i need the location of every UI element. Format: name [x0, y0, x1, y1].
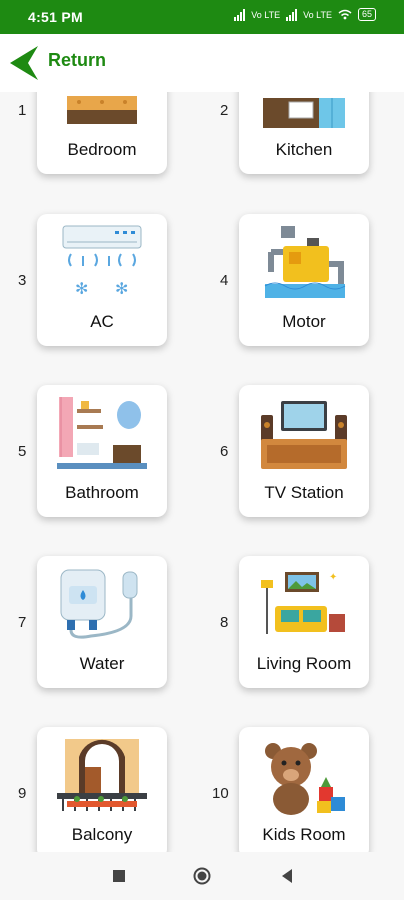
room-number: 3: [18, 272, 27, 289]
svg-text:✻: ✻: [75, 281, 88, 298]
room-label: Kitchen: [275, 140, 333, 159]
room-label: Living Room: [256, 654, 352, 673]
home-icon[interactable]: [193, 867, 211, 885]
room-number: 5: [18, 443, 27, 460]
status-time: 4:51 PM: [28, 9, 84, 25]
room-list[interactable]: 1 Bedroom 2 Kitchen 3 ✻ ✻ AC 4 Motor 5 B…: [0, 92, 404, 852]
recents-icon[interactable]: [113, 870, 125, 882]
battery-icon: 65: [357, 8, 376, 21]
room-card-bedroom[interactable]: Bedroom: [37, 92, 167, 174]
room-label: Motor: [282, 312, 326, 331]
room-label: AC: [90, 312, 114, 331]
room-label: Bathroom: [65, 483, 139, 502]
room-number: 10: [212, 785, 229, 802]
room-label: TV Station: [264, 483, 344, 502]
status-bar: 4:51 PM Vo LTE Vo LTE 65: [0, 0, 404, 34]
room-card-tv-station[interactable]: TV Station: [239, 385, 369, 517]
svg-text:✦: ✦: [329, 572, 337, 583]
room-label: Kids Room: [262, 825, 346, 844]
room-card-balcony[interactable]: Balcony: [37, 727, 167, 852]
water-heater-icon: [60, 569, 138, 639]
room-number: 6: [220, 443, 229, 460]
motor-icon: [264, 226, 346, 298]
network-label-2: Vo LTE: [303, 9, 332, 20]
room-card-living-room[interactable]: ✦ Living Room: [239, 556, 369, 688]
room-number: 9: [18, 785, 27, 802]
room-label: Bedroom: [67, 140, 137, 159]
room-number: 1: [18, 102, 27, 119]
room-card-bathroom[interactable]: Bathroom: [37, 385, 167, 517]
living-room-icon: ✦: [261, 572, 345, 634]
signal-icon: [234, 8, 246, 21]
kids-room-icon: [265, 743, 345, 815]
balcony-icon: [57, 739, 147, 811]
room-card-kids-room[interactable]: Kids Room: [239, 727, 369, 852]
system-nav-bar: [0, 852, 404, 900]
ac-icon: ✻ ✻: [62, 225, 142, 298]
room-number: 4: [220, 272, 229, 289]
room-card-motor[interactable]: Motor: [239, 214, 369, 346]
room-number: 7: [18, 614, 27, 631]
back-arrow-icon[interactable]: [8, 44, 42, 82]
room-number: 8: [220, 614, 229, 631]
room-number: 2: [220, 102, 229, 119]
room-card-water[interactable]: Water: [37, 556, 167, 688]
room-label: Water: [79, 654, 125, 673]
back-triangle-icon[interactable]: [280, 868, 294, 884]
signal-icon-2: [286, 8, 298, 21]
bathroom-icon: [57, 397, 147, 469]
tv-station-icon: [261, 401, 347, 469]
room-card-ac[interactable]: ✻ ✻ AC: [37, 214, 167, 346]
room-card-kitchen[interactable]: Kitchen: [239, 92, 369, 174]
wifi-icon: [338, 9, 352, 20]
status-icons: Vo LTE Vo LTE 65: [234, 8, 376, 21]
bedroom-icon: [67, 96, 137, 124]
room-label: Balcony: [71, 825, 133, 844]
kitchen-icon: [263, 98, 345, 128]
return-button[interactable]: Return: [48, 50, 106, 71]
network-label-1: Vo LTE: [251, 9, 281, 20]
svg-text:✻: ✻: [115, 281, 128, 298]
